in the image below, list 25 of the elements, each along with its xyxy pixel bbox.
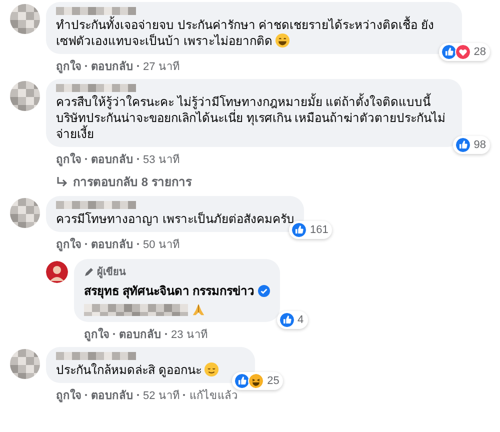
reaction-badge[interactable]: 4 xyxy=(276,311,308,329)
timestamp: 50 นาที xyxy=(143,238,180,253)
comment-text: ควรสืบให้รู้ว่าใครนะคะ ไม่รู้ว่ามีโทษทางกฎหมายมั้ย แต่ถ้าตั้งใจติดแบบนี้ บริษัทประกันน่าจะขอยกเลิกได้นะเนี่ย ทุเรศเกิน เหมือนถ้าฆ่าตัวตายประกันไม่จ่ายเงี้ย xyxy=(56,94,447,142)
timestamp: 53 นาที xyxy=(143,152,180,168)
action-link[interactable]: ตอบกลับ xyxy=(91,150,133,168)
action-link[interactable]: ตอบกลับ xyxy=(91,57,133,75)
replies-link[interactable]: การตอบกลับ 8 รายการ xyxy=(46,172,492,196)
action-link[interactable]: ถูกใจ xyxy=(56,57,81,75)
timestamp: 23 นาที xyxy=(171,328,208,343)
timestamp: 52 นาที xyxy=(143,388,180,404)
action-link[interactable]: ตอบกลับ xyxy=(119,325,161,343)
edited-label: แก้ไขแล้ว xyxy=(189,388,238,404)
action-link[interactable]: ถูกใจ xyxy=(56,150,81,168)
author-name[interactable]: สรยุทธ สุทัศนะจินดา กรรมกรข่าว xyxy=(84,281,255,300)
action-link[interactable]: ถูกใจ xyxy=(56,235,81,253)
action-link[interactable]: ตอบกลับ xyxy=(91,386,133,404)
action-link[interactable]: ตอบกลับ xyxy=(91,235,133,253)
reaction-badge[interactable]: 28 xyxy=(438,43,490,61)
reaction-badge[interactable]: 25 xyxy=(232,372,284,390)
author-label: ผู้เขียน xyxy=(97,265,126,279)
reaction-badge[interactable]: 98 xyxy=(452,136,490,154)
action-link[interactable]: ถูกใจ xyxy=(84,325,109,343)
action-link[interactable]: ถูกใจ xyxy=(56,386,81,404)
timestamp: 27 นาที xyxy=(143,60,180,75)
comment-text: ทำประกันทั้งเจอจ่ายจบ ประกันค่ารักษา ค่าชดเชยรายได้ระหว่างติดเชื้อ ยัง เซฟตัวเองแทบจะเป็นบ้า เพราะไม่อยากติด xyxy=(56,17,436,49)
